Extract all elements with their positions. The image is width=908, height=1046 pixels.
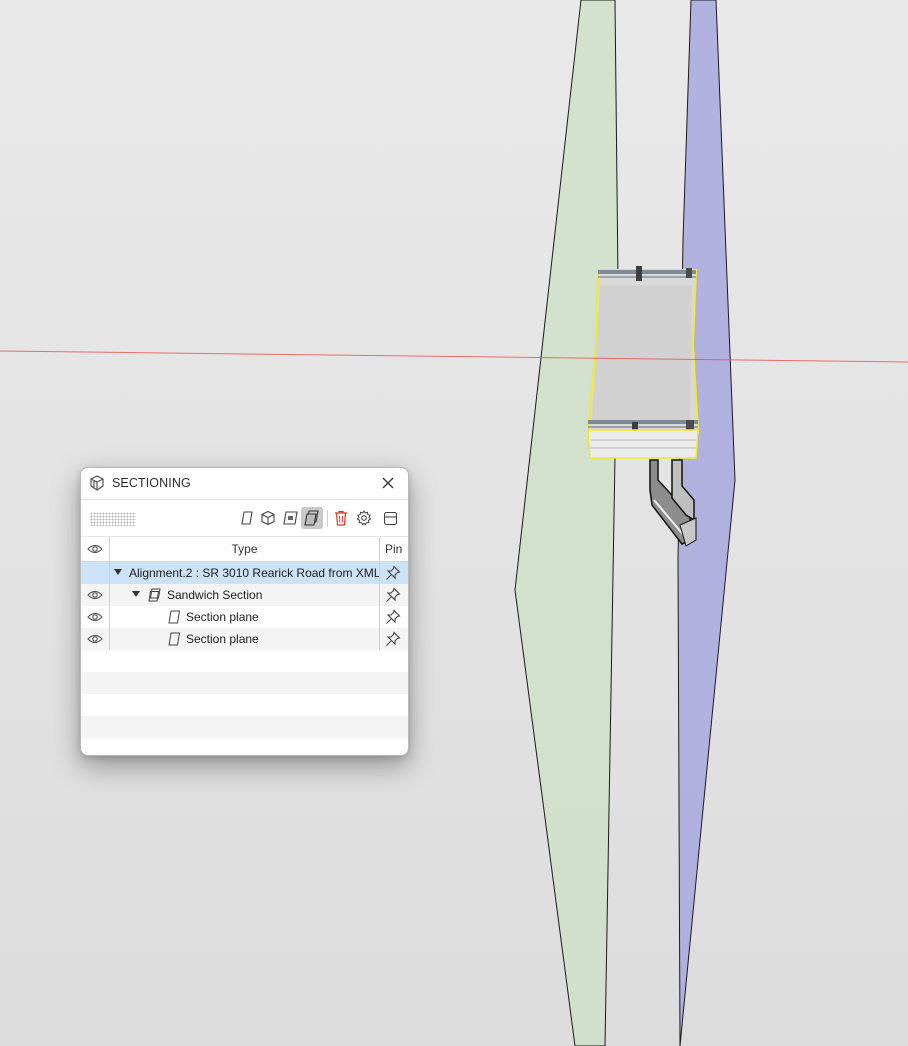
sectioning-table: Type Pin Alignment.2 : SR 3010 Rearick R…	[81, 536, 408, 738]
table-row-section-plane-2[interactable]: Section plane	[81, 628, 408, 650]
row-label: Section plane	[186, 632, 259, 646]
drag-grip[interactable]	[90, 512, 136, 526]
row-label: Sandwich Section	[167, 588, 263, 602]
sectioning-panel: SECTIONING Type Pin Alignment.2: SR 301…	[80, 467, 409, 756]
type-column-header[interactable]: Type	[110, 537, 379, 561]
pin-icon[interactable]	[385, 565, 401, 581]
row-label: Section plane	[186, 610, 259, 624]
panel-titlebar[interactable]: SECTIONING	[81, 468, 408, 500]
section-box-icon	[261, 510, 275, 526]
section-plane-icon	[168, 610, 181, 624]
eye-icon	[87, 544, 103, 554]
visibility-column-header[interactable]	[81, 537, 110, 561]
sandwich-section-icon	[304, 510, 319, 526]
panel-toolbar	[81, 500, 408, 536]
empty-row	[81, 650, 408, 672]
table-row-sandwich-section[interactable]: Sandwich Section	[81, 584, 408, 606]
table-row-alignment[interactable]: Alignment.2 : SR 3010 Rearick Road from …	[81, 562, 408, 584]
eye-icon[interactable]	[87, 610, 103, 624]
section-plane-icon	[168, 632, 181, 646]
section-slice-icon	[283, 511, 298, 525]
table-row-section-plane-1[interactable]: Section plane	[81, 606, 408, 628]
empty-row	[81, 672, 408, 694]
table-header: Type Pin	[81, 536, 408, 562]
expand-caret-icon[interactable]	[114, 569, 122, 575]
row-label: Alignment.2 : SR 3010 Rearick Road from …	[129, 566, 379, 580]
panel-title: SECTIONING	[112, 476, 191, 490]
eye-icon[interactable]	[87, 588, 103, 602]
sandwich-section-icon	[148, 588, 161, 602]
panel-layout-button[interactable]	[379, 507, 401, 529]
sectioning-icon	[90, 475, 104, 491]
pin-icon[interactable]	[385, 587, 401, 603]
axis-line	[0, 350, 908, 363]
sandwich-section-button[interactable]	[301, 507, 323, 529]
pin-column-header[interactable]: Pin	[379, 537, 408, 561]
close-icon[interactable]	[380, 475, 396, 491]
pin-icon[interactable]	[385, 609, 401, 625]
settings-button[interactable]	[353, 507, 375, 529]
empty-row	[81, 694, 408, 716]
panel-layout-icon	[383, 511, 397, 525]
section-box-button[interactable]	[257, 507, 279, 529]
section-plane-icon	[241, 511, 253, 525]
section-plane-green[interactable]	[514, 0, 619, 1046]
delete-icon	[335, 510, 347, 526]
expand-caret-icon[interactable]	[132, 591, 140, 597]
toolbar-separator	[327, 510, 328, 527]
settings-icon	[356, 510, 372, 526]
empty-row	[81, 716, 408, 738]
delete-button[interactable]	[330, 507, 352, 529]
section-slice-button[interactable]	[279, 507, 301, 529]
eye-icon[interactable]	[87, 632, 103, 646]
section-plane-button[interactable]	[236, 507, 258, 529]
pin-icon[interactable]	[385, 631, 401, 647]
